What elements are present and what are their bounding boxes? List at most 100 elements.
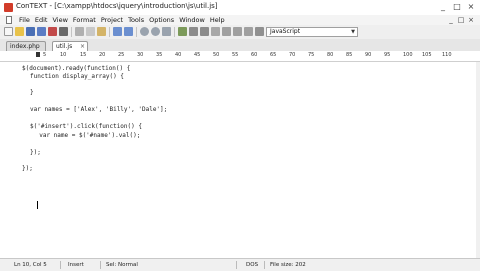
ruler-label: 5 bbox=[43, 52, 47, 58]
window-controls: _ □ × bbox=[436, 1, 478, 13]
tab-util-js[interactable]: util.js × bbox=[52, 41, 88, 51]
ruler: 5 10 15 20 25 30 35 40 45 50 55 60 65 70… bbox=[0, 51, 480, 62]
ruler-label: 100 bbox=[403, 52, 413, 58]
ruler-label: 25 bbox=[118, 52, 125, 58]
text-caret bbox=[37, 201, 38, 209]
file-size: File size: 202 bbox=[270, 262, 306, 268]
app-icon bbox=[4, 3, 13, 12]
copy-icon[interactable] bbox=[86, 27, 95, 36]
document-controls: _ □ × bbox=[446, 15, 476, 25]
ruler-label: 110 bbox=[442, 52, 452, 58]
code-line: function display_array() { bbox=[30, 73, 124, 80]
toolbar-separator bbox=[174, 27, 175, 37]
status-separator bbox=[236, 261, 237, 269]
doc-close-button[interactable]: × bbox=[466, 15, 476, 25]
ruler-label: 50 bbox=[213, 52, 220, 58]
language-select-value: JavaScript bbox=[270, 28, 301, 35]
close-file-icon[interactable] bbox=[48, 27, 57, 36]
status-separator bbox=[100, 261, 101, 269]
undo-icon[interactable] bbox=[113, 27, 122, 36]
caret-column-marker bbox=[36, 52, 40, 57]
menu-help[interactable]: Help bbox=[210, 15, 225, 25]
code-line: }); bbox=[22, 165, 33, 172]
close-icon[interactable]: × bbox=[80, 42, 85, 51]
ruler-label: 35 bbox=[156, 52, 163, 58]
code-line: var names = ['Alex', 'Billy', 'Dale']; bbox=[30, 106, 168, 113]
menu-edit[interactable]: Edit bbox=[35, 15, 48, 25]
insert-mode: Insert bbox=[68, 262, 84, 268]
outdent-icon[interactable] bbox=[200, 27, 209, 36]
macro-record-icon[interactable] bbox=[244, 27, 253, 36]
menu-view[interactable]: View bbox=[52, 15, 67, 25]
menu-format[interactable]: Format bbox=[73, 15, 96, 25]
tab-label: util.js bbox=[56, 43, 73, 50]
find-next-icon[interactable] bbox=[151, 27, 160, 36]
ruler-label: 30 bbox=[137, 52, 144, 58]
code-editor[interactable]: $(document).ready(function() { function … bbox=[0, 62, 476, 258]
toolbar-separator bbox=[71, 27, 72, 37]
menu-tools[interactable]: Tools bbox=[128, 15, 144, 25]
menu-file[interactable]: File bbox=[19, 15, 30, 25]
chevron-down-icon: ▼ bbox=[351, 29, 355, 35]
ruler-label: 15 bbox=[80, 52, 87, 58]
open-folder-icon[interactable] bbox=[15, 27, 24, 36]
status-separator bbox=[60, 261, 61, 269]
cursor-position: Ln 10, Col 5 bbox=[14, 262, 47, 268]
save-icon[interactable] bbox=[26, 27, 35, 36]
ruler-label: 55 bbox=[232, 52, 239, 58]
print-icon[interactable] bbox=[59, 27, 68, 36]
macro-play-icon[interactable] bbox=[233, 27, 242, 36]
menu-options[interactable]: Options bbox=[149, 15, 174, 25]
ruler-label: 40 bbox=[175, 52, 182, 58]
selection-mode: Sel: Normal bbox=[106, 262, 138, 268]
title-bar: ConTEXT - [C:\xampp\htdocs\jquery\introd… bbox=[0, 0, 480, 16]
macro-icon[interactable] bbox=[222, 27, 231, 36]
toolbar-separator bbox=[109, 27, 110, 37]
ruler-label: 65 bbox=[270, 52, 277, 58]
code-line: }); bbox=[30, 149, 41, 156]
ruler-label: 70 bbox=[289, 52, 296, 58]
ruler-label: 90 bbox=[365, 52, 372, 58]
find-icon[interactable] bbox=[140, 27, 149, 36]
indent-icon[interactable] bbox=[189, 27, 198, 36]
doc-restore-button[interactable]: □ bbox=[456, 15, 466, 25]
menu-project[interactable]: Project bbox=[101, 15, 123, 25]
save-all-icon[interactable] bbox=[37, 27, 46, 36]
ruler-label: 10 bbox=[60, 52, 67, 58]
doc-minimize-button[interactable]: _ bbox=[446, 15, 456, 25]
ruler-label: 105 bbox=[422, 52, 432, 58]
minimize-button[interactable]: _ bbox=[436, 1, 450, 13]
word-wrap-icon[interactable] bbox=[178, 27, 187, 36]
menu-window[interactable]: Window bbox=[179, 15, 205, 25]
document-icon[interactable] bbox=[6, 16, 12, 24]
ruler-label: 85 bbox=[346, 52, 353, 58]
code-line: } bbox=[30, 89, 34, 96]
window-title: ConTEXT - [C:\xampp\htdocs\jquery\introd… bbox=[16, 2, 218, 10]
ruler-label: 75 bbox=[308, 52, 315, 58]
tab-index-php[interactable]: index.php bbox=[6, 41, 46, 51]
tools-icon[interactable] bbox=[211, 27, 220, 36]
ruler-label: 45 bbox=[194, 52, 201, 58]
ruler-label: 95 bbox=[384, 52, 391, 58]
status-bar: Ln 10, Col 5 Insert Sel: Normal DOS File… bbox=[0, 258, 480, 271]
menu-bar: File Edit View Format Project Tools Opti… bbox=[0, 15, 480, 25]
close-button[interactable]: × bbox=[464, 1, 478, 13]
maximize-button[interactable]: □ bbox=[450, 1, 464, 13]
code-line: $('#insert').click(function() { bbox=[30, 123, 142, 130]
new-file-icon[interactable] bbox=[4, 27, 13, 36]
command-icon[interactable] bbox=[255, 27, 264, 36]
language-select[interactable]: JavaScript ▼ bbox=[266, 27, 358, 37]
paste-icon[interactable] bbox=[97, 27, 106, 36]
vertical-scrollbar[interactable] bbox=[476, 62, 480, 258]
toolbar-separator bbox=[136, 27, 137, 37]
status-separator bbox=[264, 261, 265, 269]
code-line: $(document).ready(function() { bbox=[22, 65, 131, 72]
toolbar: JavaScript ▼ bbox=[0, 25, 480, 40]
cut-icon[interactable] bbox=[75, 27, 84, 36]
tab-label: index.php bbox=[10, 43, 40, 50]
ruler-label: 20 bbox=[99, 52, 106, 58]
redo-icon[interactable] bbox=[124, 27, 133, 36]
replace-icon[interactable] bbox=[162, 27, 171, 36]
ruler-label: 80 bbox=[327, 52, 334, 58]
line-ending-format: DOS bbox=[246, 262, 259, 268]
